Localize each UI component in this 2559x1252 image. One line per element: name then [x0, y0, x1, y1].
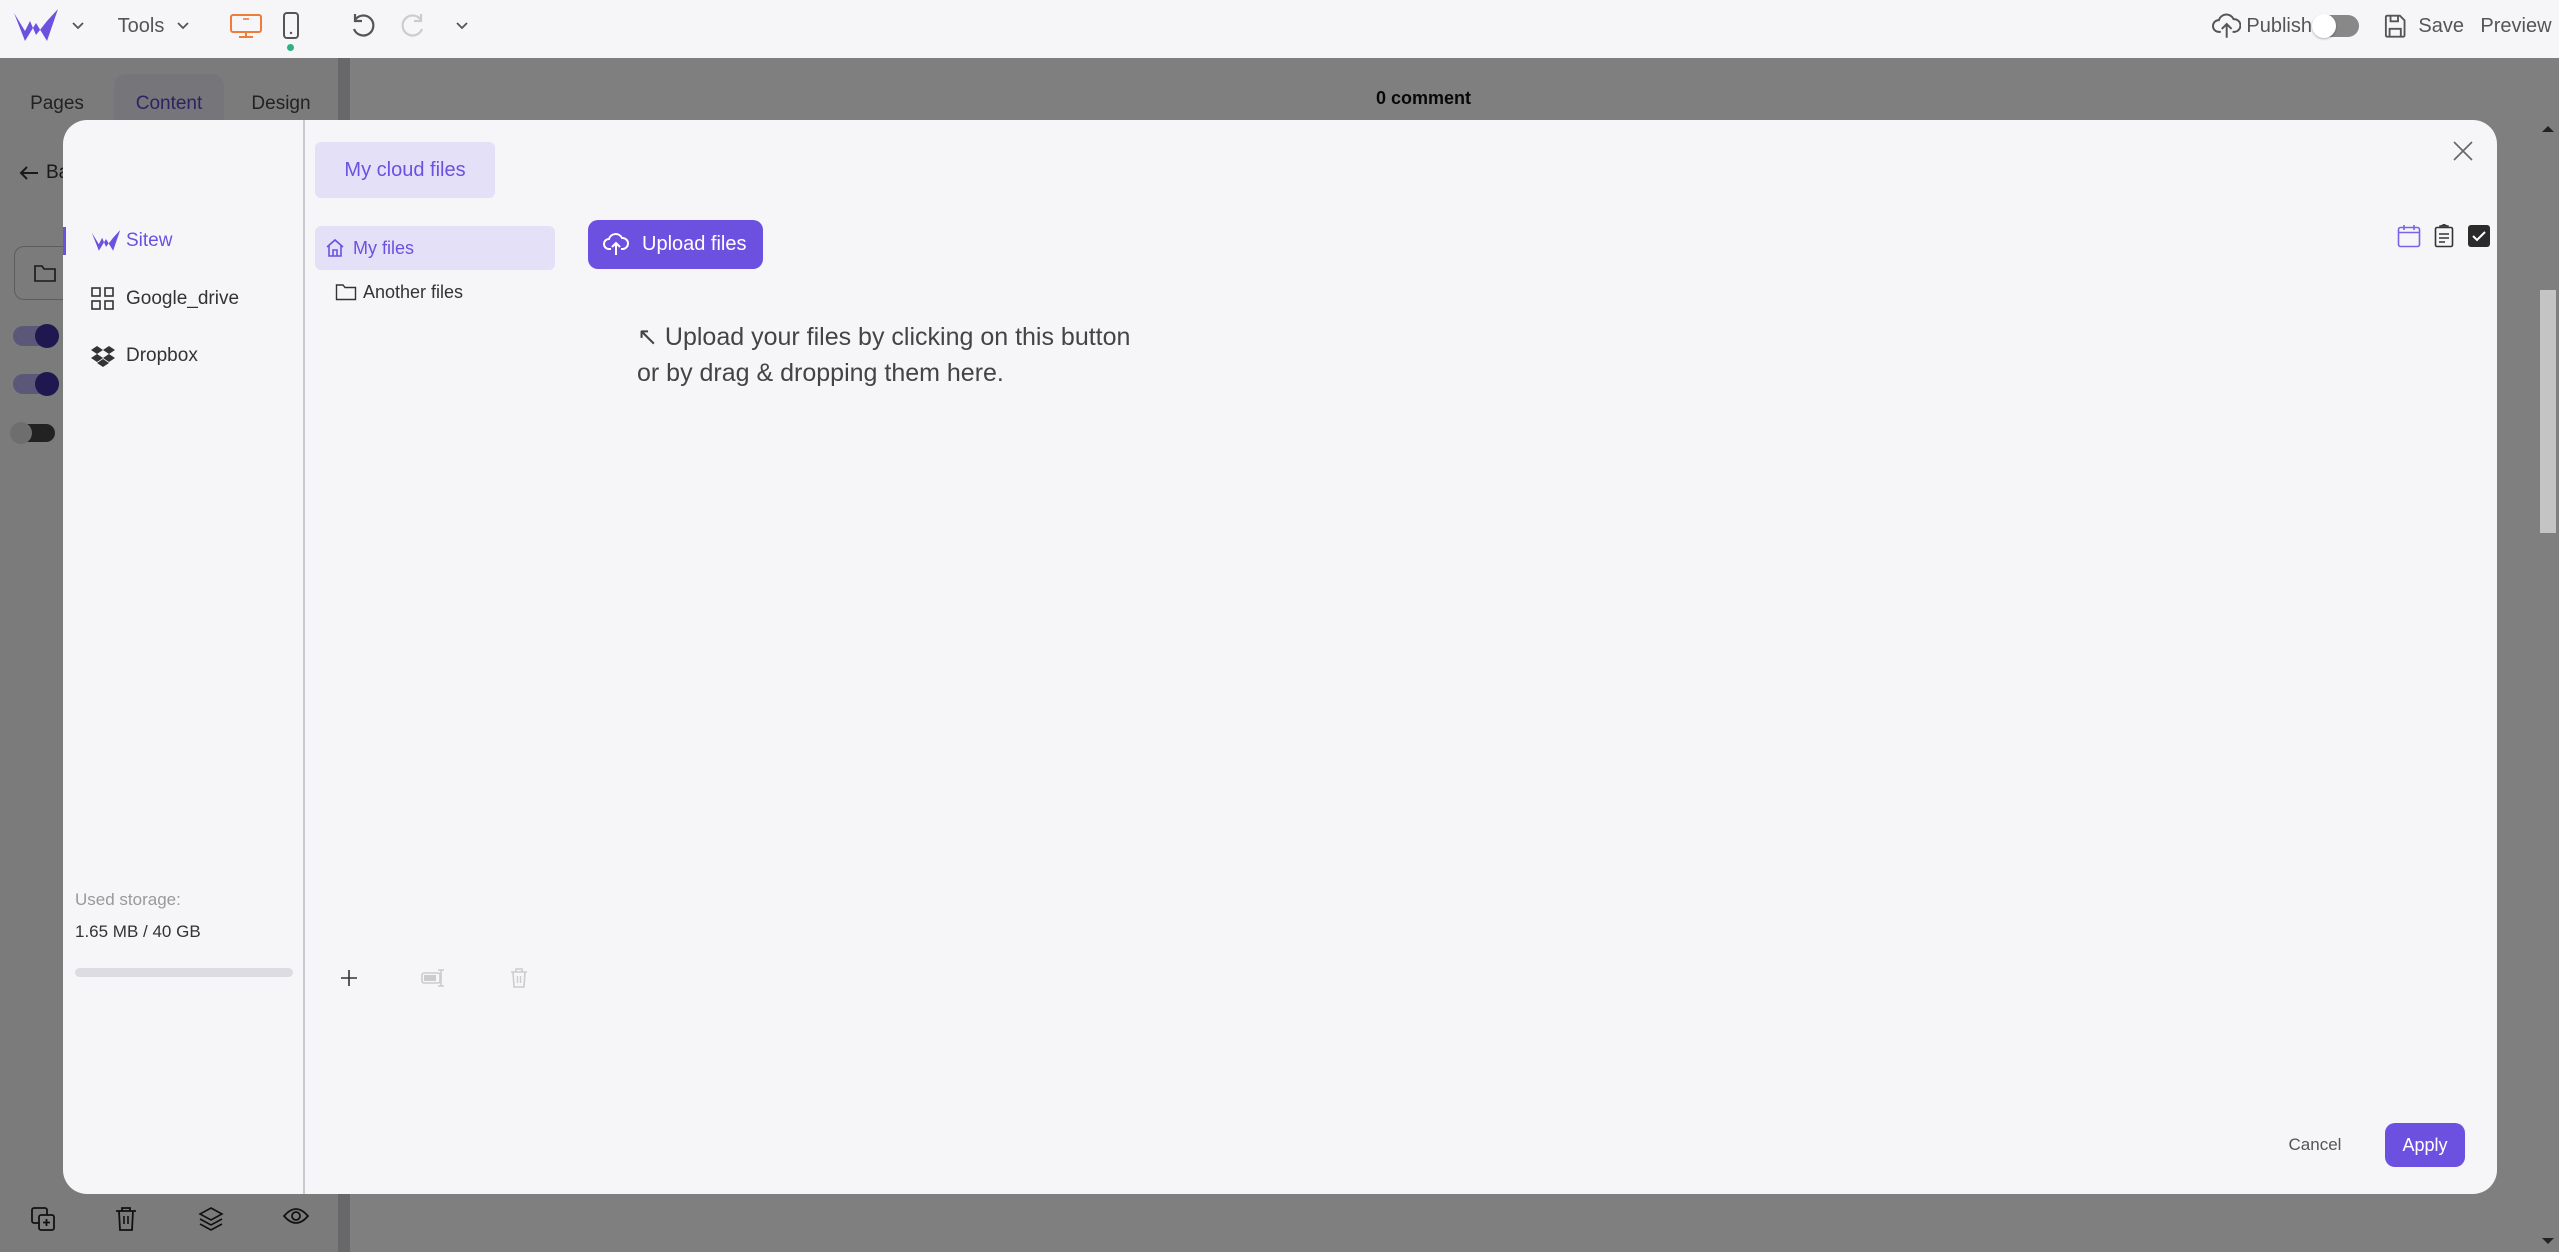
chevron-down-icon — [456, 22, 468, 30]
cloud-upload-icon — [2212, 13, 2242, 38]
arrow-up-left-icon: ↖ — [637, 323, 658, 351]
tab-label: My cloud files — [344, 158, 466, 181]
undo-icon — [352, 14, 375, 37]
dropbox-icon — [91, 345, 115, 367]
redo-icon — [401, 14, 424, 37]
mobile-view-button[interactable] — [278, 0, 304, 52]
publish-toggle[interactable] — [2312, 0, 2360, 52]
chevron-down-icon — [72, 22, 84, 30]
plus-icon — [341, 970, 357, 986]
list-view-button[interactable] — [2430, 222, 2458, 250]
redo-button[interactable] — [396, 0, 430, 52]
clipboard-icon — [2434, 224, 2454, 248]
apply-button[interactable]: Apply — [2385, 1123, 2465, 1167]
home-icon — [325, 238, 345, 258]
sitew-logo[interactable] — [10, 0, 62, 52]
upload-label: Upload files — [642, 233, 747, 255]
upload-files-button[interactable]: Upload files — [588, 220, 763, 269]
preview-button[interactable]: Preview — [2480, 0, 2552, 52]
toggle-track — [2312, 14, 2359, 38]
rename-folder-button[interactable] — [419, 963, 449, 993]
tab-my-cloud-files[interactable]: My cloud files — [315, 142, 495, 198]
undo-button[interactable] — [346, 0, 380, 52]
provider-sitew[interactable]: Sitew — [63, 221, 303, 261]
tools-menu[interactable]: Tools — [116, 0, 192, 52]
toggle-knob — [2312, 14, 2336, 38]
preview-label: Preview — [2480, 14, 2552, 37]
history-menu-chevron[interactable] — [450, 0, 474, 52]
cancel-button[interactable]: Cancel — [2282, 1123, 2348, 1167]
close-icon — [2453, 141, 2473, 161]
storage-label: Used storage: — [75, 890, 181, 909]
scroll-up-arrow[interactable] — [2542, 126, 2554, 132]
delete-folder-button[interactable] — [504, 963, 534, 993]
provider-label: Dropbox — [126, 345, 198, 366]
provider-label: Google_drive — [126, 288, 240, 309]
calendar-icon — [2397, 225, 2421, 248]
date-view-button[interactable] — [2395, 222, 2423, 250]
upload-hint: ↖ Upload your files by clicking on this … — [637, 319, 1130, 391]
tools-label: Tools — [117, 14, 165, 37]
folder-label: Another files — [363, 281, 464, 302]
storage-value: 1.65 MB / 40 GB — [75, 922, 201, 941]
grid-icon — [91, 287, 115, 311]
folder-another-files[interactable]: Another files — [315, 270, 555, 314]
publish-button[interactable]: Publish — [2212, 0, 2312, 52]
cloud-upload-icon — [603, 232, 629, 262]
hint-line-1: Upload your files by clicking on this bu… — [664, 323, 1131, 351]
provider-sidebar: Sitew Google_drive Dropbox Used storage:… — [63, 120, 305, 1194]
rename-icon — [421, 969, 444, 987]
checkbox-checked-icon — [2468, 225, 2490, 247]
desktop-view-button[interactable] — [228, 0, 264, 52]
save-label: Save — [2418, 14, 2464, 37]
folder-icon — [335, 283, 357, 301]
apply-label: Apply — [2402, 1134, 2448, 1155]
cancel-label: Cancel — [2288, 1135, 2342, 1154]
sitew-logo-icon — [14, 9, 58, 41]
publish-label: Publish — [2246, 14, 2312, 37]
desktop-icon — [230, 14, 262, 38]
provider-label: Sitew — [126, 230, 173, 251]
chevron-down-icon — [177, 22, 189, 30]
trash-icon — [511, 968, 527, 988]
save-button[interactable]: Save — [2384, 0, 2464, 52]
save-icon — [2384, 14, 2406, 38]
provider-google-drive[interactable]: Google_drive — [63, 279, 303, 319]
storage-progress-bar — [75, 968, 293, 977]
sitew-logo-icon — [91, 230, 121, 252]
page-scrollbar[interactable] — [2539, 58, 2559, 1252]
select-all-checkbox[interactable] — [2465, 222, 2493, 250]
top-toolbar: Tools Publish Save Preview — [0, 0, 2559, 58]
scroll-thumb[interactable] — [2540, 290, 2556, 533]
folder-label: My files — [353, 237, 415, 258]
file-manager-modal: Sitew Google_drive Dropbox Used storage:… — [63, 120, 2497, 1194]
provider-dropbox[interactable]: Dropbox — [63, 336, 303, 376]
hint-line-2: or by drag & dropping them here. — [637, 359, 1004, 387]
scroll-down-arrow[interactable] — [2542, 1238, 2554, 1244]
new-folder-button[interactable] — [334, 963, 364, 993]
folder-my-files[interactable]: My files — [315, 226, 555, 270]
close-modal-button[interactable] — [2448, 136, 2478, 166]
mobile-icon — [283, 12, 299, 39]
logo-menu-chevron[interactable] — [66, 0, 90, 52]
status-dot — [287, 44, 294, 51]
